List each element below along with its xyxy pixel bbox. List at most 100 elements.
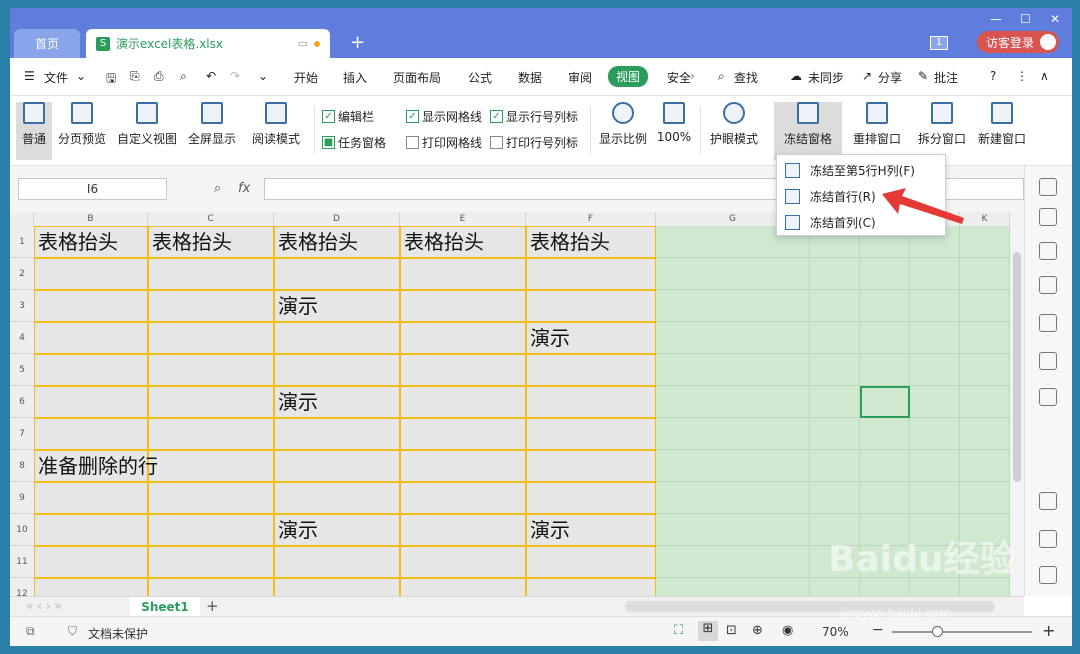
row-header[interactable]: 9 — [10, 482, 34, 514]
table-cell[interactable] — [274, 578, 400, 596]
empty-cell[interactable] — [810, 290, 860, 322]
empty-cell[interactable] — [960, 450, 1010, 482]
table-cell[interactable] — [148, 322, 274, 354]
print-icon[interactable]: ⎙ — [154, 69, 164, 84]
name-box[interactable]: I6 — [18, 178, 167, 200]
empty-cell[interactable] — [910, 290, 960, 322]
sheet-nav-icon[interactable]: « ‹ › » — [26, 599, 62, 613]
zoom-in-icon[interactable]: + — [1042, 621, 1055, 640]
empty-cell[interactable] — [910, 354, 960, 386]
help-button[interactable]: ? — [990, 69, 996, 83]
empty-cell[interactable] — [656, 578, 810, 596]
tab-file[interactable]: S 演示excel表格.xlsx ▭ — [86, 29, 330, 58]
search-icon[interactable]: ⌕ — [718, 69, 725, 84]
archive-icon[interactable] — [1039, 566, 1057, 584]
table-cell[interactable] — [148, 482, 274, 514]
empty-cell[interactable] — [910, 258, 960, 290]
table-cell[interactable] — [148, 546, 274, 578]
table-cell[interactable] — [400, 450, 526, 482]
table-cell[interactable] — [400, 578, 526, 596]
empty-cell[interactable] — [910, 386, 960, 418]
menu-review[interactable]: 审阅 — [568, 69, 592, 86]
window-count-badge[interactable]: 1 — [930, 36, 948, 50]
table-cell[interactable] — [526, 258, 656, 290]
row-header[interactable]: 4 — [10, 322, 34, 354]
empty-cell[interactable] — [910, 482, 960, 514]
save-icon[interactable]: 🖫 — [106, 69, 116, 90]
column-header[interactable]: D — [274, 212, 400, 226]
apps-icon[interactable] — [1039, 352, 1057, 370]
table-cell[interactable] — [526, 546, 656, 578]
monitor-icon[interactable]: ▭ — [298, 37, 308, 50]
table-cell[interactable] — [34, 546, 148, 578]
empty-cell[interactable] — [810, 322, 860, 354]
custom-view-button[interactable]: 自定义视图 — [116, 102, 178, 147]
table-cell[interactable] — [148, 418, 274, 450]
redo-icon[interactable]: ↷ — [230, 69, 240, 83]
new-tab-button[interactable]: + — [350, 32, 365, 53]
empty-cell[interactable] — [960, 418, 1010, 450]
empty-cell[interactable] — [860, 322, 910, 354]
sheet-tab-sheet1[interactable]: Sheet1 — [130, 597, 200, 617]
empty-cell[interactable] — [810, 450, 860, 482]
table-cell[interactable]: 演示 — [526, 322, 656, 354]
menu-icon[interactable]: ☰ — [24, 69, 35, 83]
export-icon[interactable]: ⎘ — [130, 69, 140, 84]
search-label[interactable]: 查找 — [734, 69, 758, 86]
selected-cell-i6[interactable] — [860, 386, 910, 418]
column-header[interactable]: C — [148, 212, 274, 226]
table-cell[interactable] — [148, 386, 274, 418]
empty-cell[interactable] — [656, 514, 810, 546]
empty-cell[interactable] — [656, 482, 810, 514]
table-cell[interactable] — [34, 578, 148, 596]
eye-mode-button[interactable]: 护眼模式 — [708, 102, 760, 147]
scroll-thumb[interactable] — [1013, 252, 1021, 482]
row-header[interactable]: 12 — [10, 578, 34, 596]
eye-icon[interactable]: ◉ — [782, 623, 793, 638]
menu-security[interactable]: 安全 — [667, 69, 691, 86]
add-sheet-icon[interactable]: + — [206, 597, 219, 615]
table-cell[interactable] — [34, 290, 148, 322]
table-cell[interactable] — [526, 450, 656, 482]
menu-formula[interactable]: 公式 — [468, 69, 492, 86]
style-icon[interactable] — [1039, 276, 1057, 294]
shapes-icon[interactable] — [1039, 242, 1057, 260]
empty-cell[interactable] — [656, 386, 810, 418]
table-cell[interactable] — [526, 290, 656, 322]
table-cell[interactable] — [400, 482, 526, 514]
zoom-level[interactable]: 70% — [822, 625, 849, 639]
empty-cell[interactable] — [960, 226, 1010, 258]
table-cell[interactable]: 表格抬头 — [400, 226, 526, 258]
show-headers-checkbox[interactable]: ✓ 显示行号列标 — [490, 108, 578, 125]
image-icon[interactable] — [1039, 492, 1057, 510]
empty-cell[interactable] — [810, 386, 860, 418]
table-cell[interactable] — [274, 354, 400, 386]
table-cell[interactable]: 表格抬头 — [526, 226, 656, 258]
minimize-button[interactable]: — — [990, 12, 1002, 26]
collapse-ribbon-button[interactable]: ∧ — [1040, 69, 1049, 83]
table-cell[interactable] — [34, 354, 148, 386]
table-cell[interactable] — [526, 578, 656, 596]
table-cell[interactable] — [148, 514, 274, 546]
comment-button[interactable]: 批注 — [934, 69, 958, 86]
empty-cell[interactable] — [960, 354, 1010, 386]
row-header[interactable]: 5 — [10, 354, 34, 386]
empty-cell[interactable] — [656, 354, 810, 386]
reading-mode-button[interactable]: 阅读模式 — [246, 102, 306, 147]
table-cell[interactable]: 演示 — [274, 386, 400, 418]
chart-icon[interactable] — [1039, 388, 1057, 406]
empty-cell[interactable] — [860, 258, 910, 290]
table-cell[interactable]: 演示 — [526, 514, 656, 546]
empty-cell[interactable] — [860, 482, 910, 514]
maximize-button[interactable]: ☐ — [1020, 12, 1031, 26]
column-header[interactable]: B — [34, 212, 148, 226]
share-button[interactable]: 分享 — [878, 69, 902, 86]
collapse-icon[interactable] — [1039, 178, 1057, 196]
table-cell[interactable]: 演示 — [274, 290, 400, 322]
visitor-login-button[interactable]: 访客登录 — [977, 31, 1059, 53]
table-cell[interactable]: 表格抬头 — [34, 226, 148, 258]
table-cell[interactable] — [34, 482, 148, 514]
row-header[interactable]: 11 — [10, 546, 34, 578]
menu-insert[interactable]: 插入 — [343, 69, 367, 86]
edit-bar-checkbox[interactable]: ✓ 编辑栏 — [322, 108, 374, 125]
